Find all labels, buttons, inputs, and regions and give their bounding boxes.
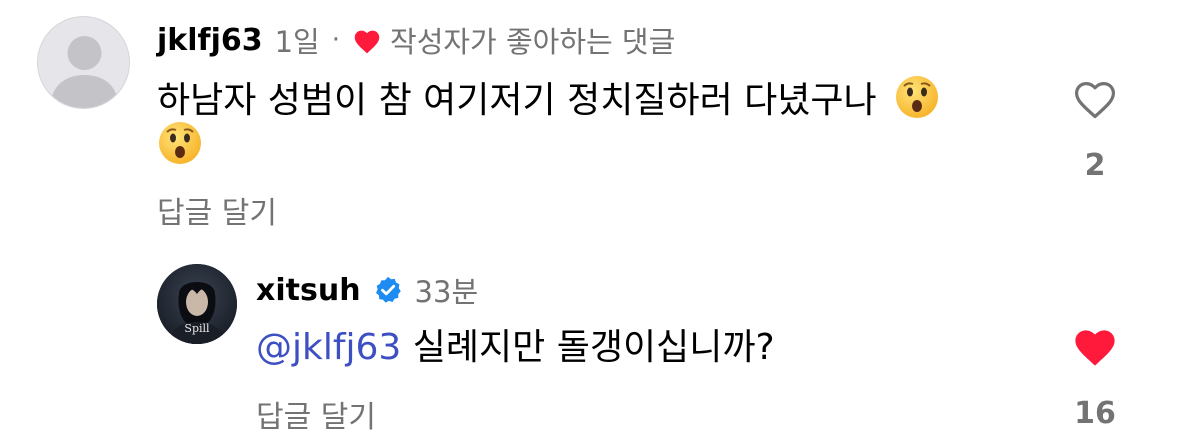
avatar-caption: Spill xyxy=(184,322,210,335)
heart-outline-icon[interactable] xyxy=(1071,76,1119,124)
reply-avatar[interactable]: Spill xyxy=(157,264,237,344)
reply-button[interactable]: 답글 달기 xyxy=(157,188,277,232)
comment-text: 하남자 성범이 참 여기저기 정치질하러 다녔구나 xyxy=(157,80,877,121)
astonished-face-emoji xyxy=(157,120,203,170)
reply-header: xitsuh 33분 xyxy=(256,268,478,312)
comment-body: 하남자 성범이 참 여기저기 정치질하러 다녔구나 xyxy=(157,74,1037,135)
reply-like-column: 16 xyxy=(1065,324,1125,431)
comment-username[interactable]: jklfj63 xyxy=(157,23,263,58)
reply-username[interactable]: xitsuh xyxy=(256,273,361,308)
profile-photo-image: Spill xyxy=(157,264,237,344)
heart-filled-icon[interactable] xyxy=(1071,324,1119,372)
avatar[interactable] xyxy=(37,16,130,109)
reply-body: @jklfj63 실례지만 돌갱이십니까? xyxy=(256,322,775,374)
liked-by-author-label: 작성자가 좋아하는 댓글 xyxy=(390,25,676,59)
like-count: 16 xyxy=(1074,396,1116,431)
comment-header: jklfj63 1일 · 작성자가 좋아하는 댓글 xyxy=(157,20,675,60)
like-count: 2 xyxy=(1084,148,1106,183)
reply-time: 33분 xyxy=(414,275,479,309)
reply-text: 실례지만 돌갱이십니까? xyxy=(412,327,775,368)
comment-time: 1일 xyxy=(274,25,320,59)
verified-badge-icon xyxy=(373,275,403,305)
reply-button[interactable]: 답글 달기 xyxy=(256,392,376,436)
comment-emoji-line xyxy=(157,120,203,170)
mention-link[interactable]: @jklfj63 xyxy=(256,327,401,368)
comment-like-column: 2 xyxy=(1065,76,1125,183)
author-liked-heart-icon xyxy=(352,27,382,54)
default-avatar-icon xyxy=(50,36,119,108)
astonished-face-emoji xyxy=(894,74,940,135)
separator-dot: · xyxy=(331,25,341,55)
